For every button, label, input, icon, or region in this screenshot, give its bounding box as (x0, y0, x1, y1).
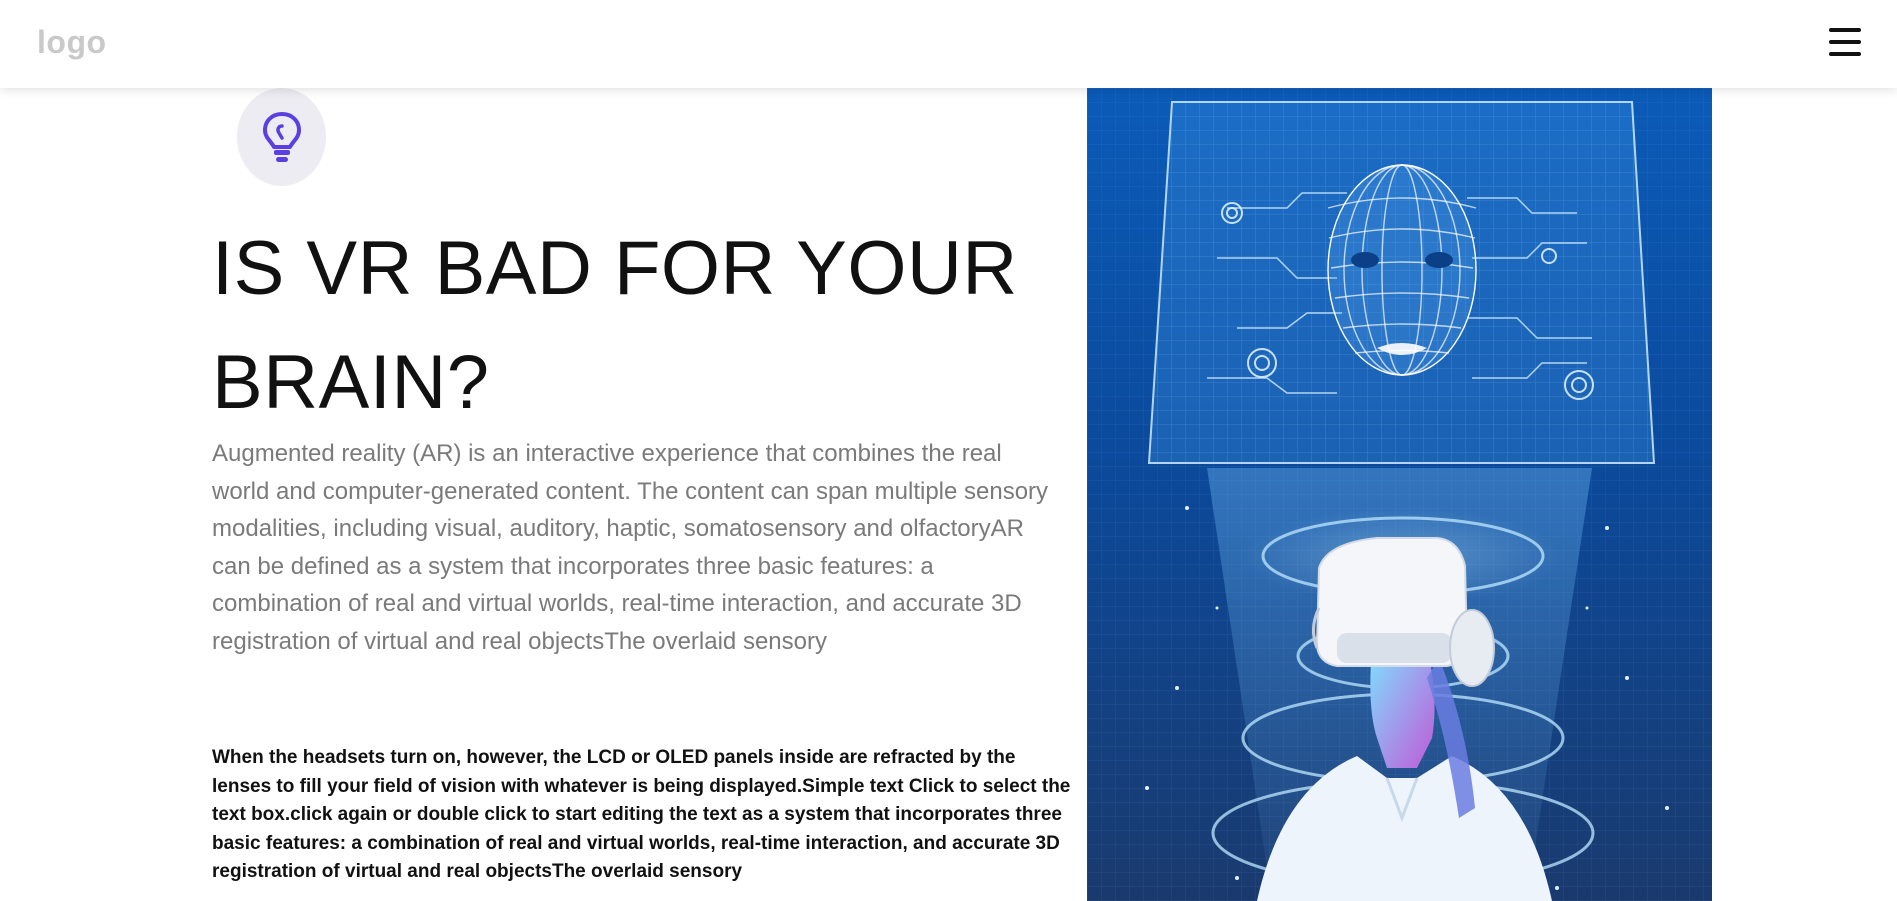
hero-image (1087, 88, 1712, 901)
page-title: IS VR BAD FOR YOUR BRAIN? (212, 226, 1018, 425)
intro-paragraph: Augmented reality (AR) is an interactive… (212, 440, 1049, 655)
lightbulb-icon (262, 112, 301, 162)
body-paragraph: When the headsets turn on, however, the … (212, 747, 1071, 882)
site-header: logo (0, 0, 1897, 88)
logo[interactable]: logo (37, 24, 107, 61)
hamburger-menu-icon[interactable] (1827, 26, 1863, 58)
lightbulb-icon-badge (237, 88, 326, 186)
